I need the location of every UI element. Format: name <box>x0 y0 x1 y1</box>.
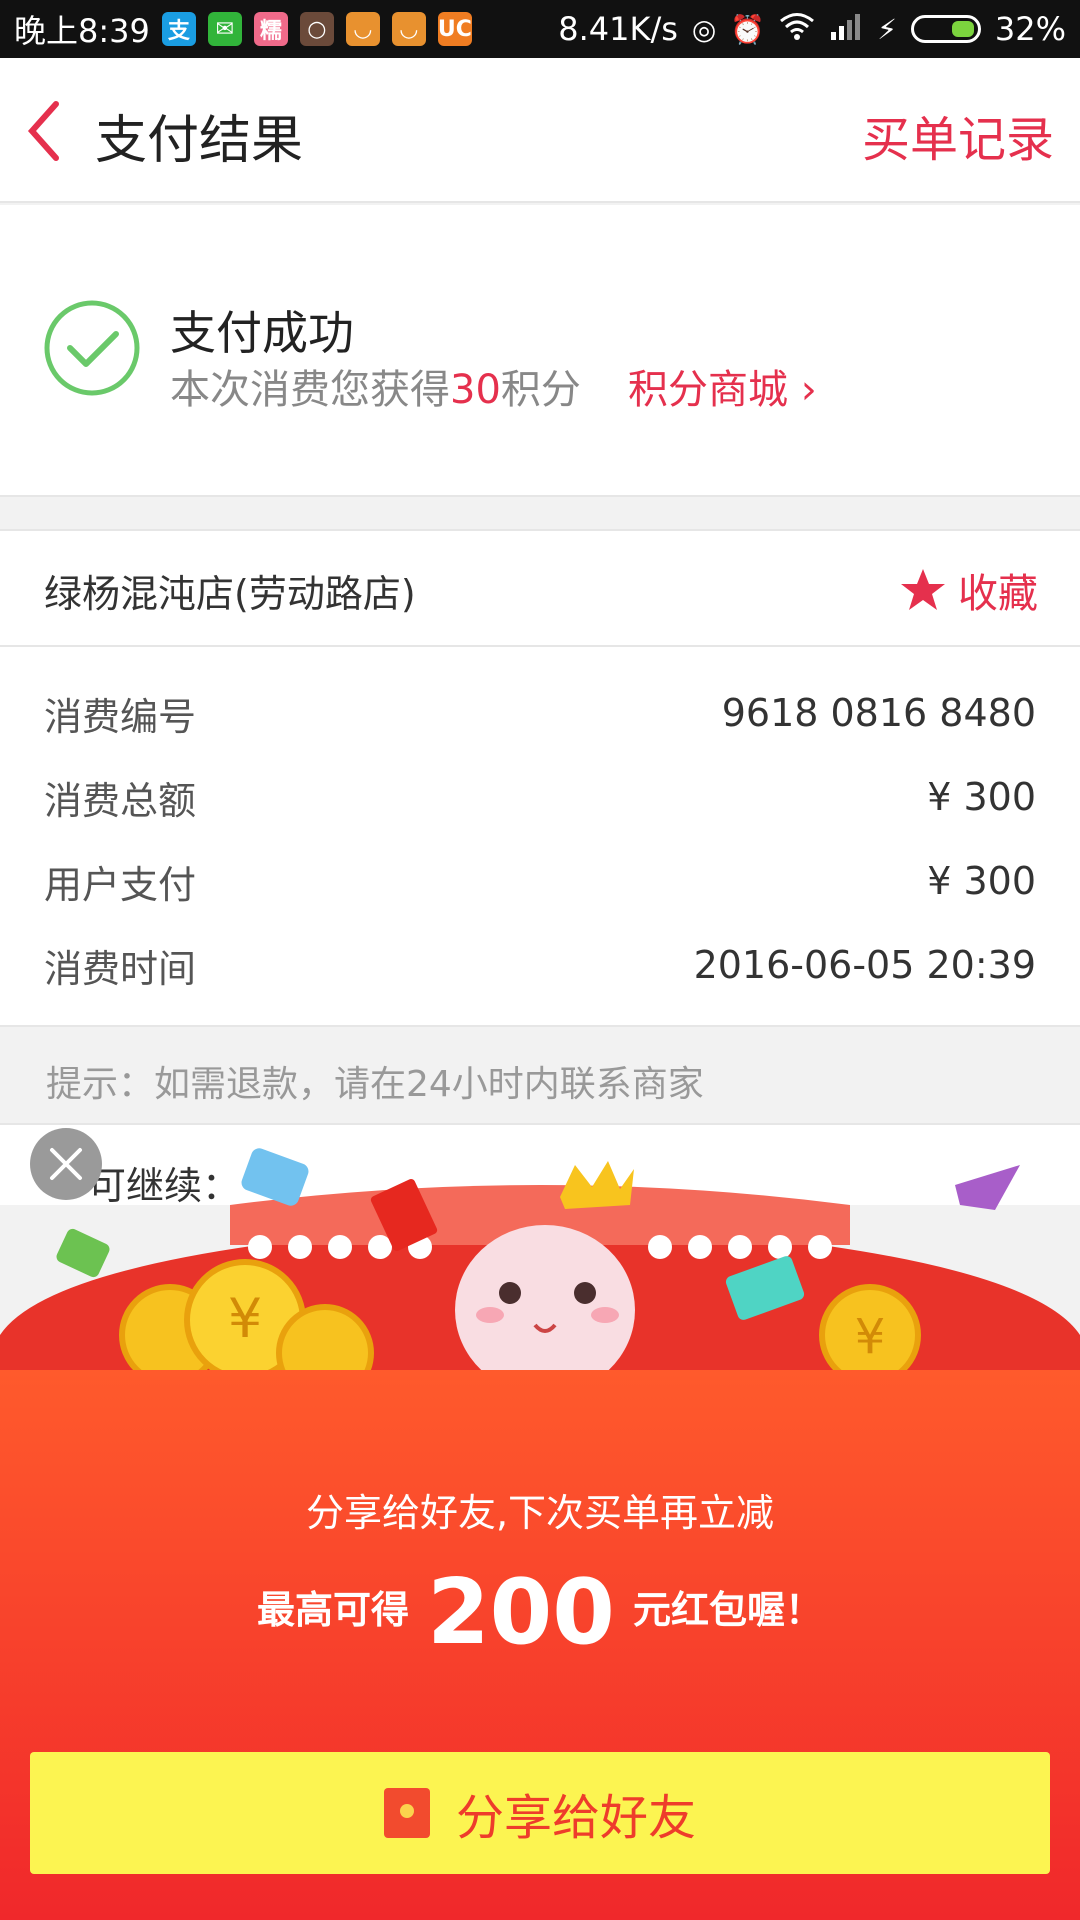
detail-row-time: 消费时间 2016-06-05 20:39 <box>44 935 1036 995</box>
charging-icon: ⚡ <box>877 12 897 46</box>
detail-value: 2016-06-05 20:39 <box>693 943 1036 987</box>
detail-value: ¥ 300 <box>927 775 1036 819</box>
detail-row-user-paid: 用户支付 ¥ 300 <box>44 851 1036 911</box>
points-earned-text: 本次消费您获得30积分 <box>170 357 581 415</box>
refund-tip: 提示：如需退款，请在24小时内联系商家 <box>0 1025 1080 1125</box>
favorite-label: 收藏 <box>958 571 1038 617</box>
promo-amount: 200 <box>427 1560 615 1665</box>
check-circle-icon <box>44 300 140 396</box>
sync-icon: ◎ <box>691 12 717 46</box>
order-record-link[interactable]: 买单记录 <box>862 100 1054 170</box>
detail-row-total: 消费总额 ¥ 300 <box>44 767 1036 827</box>
promo-panel: 分享给好友,下次买单再立减 最高可得 200 元红包喔！ 分享给好友 <box>0 1370 1080 1920</box>
success-title: 支付成功 <box>170 306 354 360</box>
alarm-icon: ⏰ <box>730 12 766 46</box>
detail-label: 消费时间 <box>44 946 197 991</box>
svg-text:¥: ¥ <box>228 1287 262 1350</box>
status-time: 晚上8:39 <box>14 12 150 50</box>
promo-headline: 分享给好友,下次买单再立减 <box>305 1491 775 1535</box>
chevron-left-icon <box>27 101 59 161</box>
notification-icons: 支 ✉ 糯 ○ ◡ ◡ UC <box>161 12 472 46</box>
close-icon <box>50 1148 82 1180</box>
shopping-icon: ◡ <box>391 12 426 46</box>
detail-label: 消费编号 <box>44 694 197 739</box>
app-icon: ○ <box>299 12 334 46</box>
star-icon <box>901 569 945 610</box>
signal-icon <box>829 12 863 47</box>
detail-value: ¥ 300 <box>927 859 1036 903</box>
app-icon: 糯 <box>253 12 288 46</box>
payment-success-panel: 支付成功 本次消费您获得30积分 积分商城 › <box>0 205 1080 497</box>
close-promo-button[interactable] <box>30 1128 102 1200</box>
refund-tip-text: 提示：如需退款，请在24小时内联系商家 <box>46 1064 704 1105</box>
detail-value: 9618 0816 8480 <box>721 691 1036 735</box>
share-button-label: 分享给好友 <box>455 1790 696 1846</box>
uc-browser-icon: UC <box>437 12 472 46</box>
alipay-icon: 支 <box>161 12 196 46</box>
store-name: 绿杨混沌店(劳动路店) <box>44 572 416 616</box>
back-button[interactable] <box>24 96 84 166</box>
detail-label: 消费总额 <box>44 778 197 823</box>
status-bar: 晚上8:39 支 ✉ 糯 ○ ◡ ◡ UC 8.41K/s ◎ ⏰ ⚡ 32% <box>0 0 1080 58</box>
app-header: 支付结果 买单记录 <box>0 58 1080 203</box>
points-value: 30 <box>450 367 501 413</box>
red-envelope-illustration: ¥ ¥ <box>0 1148 1080 1385</box>
points-desc-prefix: 本次消费您获得 <box>170 367 450 413</box>
svg-text:¥: ¥ <box>855 1309 886 1365</box>
network-speed: 8.41K/s <box>558 10 678 48</box>
points-mall-link[interactable]: 积分商城 › <box>628 357 817 415</box>
detail-label: 用户支付 <box>44 862 197 907</box>
points-mall-label: 积分商城 <box>628 367 788 413</box>
promo-reward-suffix: 元红包喔！ <box>632 1588 823 1632</box>
share-to-friends-button[interactable]: 分享给好友 <box>30 1752 1050 1874</box>
promo-reward-text: 最高可得 200 元红包喔！ <box>0 1560 1080 1665</box>
wechat-icon: ✉ <box>207 12 242 46</box>
detail-row-order-number: 消费编号 9618 0816 8480 <box>44 683 1036 743</box>
battery-percent: 32% <box>994 10 1066 48</box>
store-row[interactable]: 绿杨混沌店(劳动路店) 收藏 <box>0 529 1080 647</box>
page-title: 支付结果 <box>95 111 304 171</box>
wifi-icon <box>779 12 815 47</box>
red-envelope-icon <box>383 1788 430 1838</box>
promo-reward-prefix: 最高可得 <box>257 1588 410 1632</box>
battery-icon <box>910 15 981 43</box>
chevron-right-icon: › <box>788 367 817 413</box>
order-details: 消费编号 9618 0816 8480 消费总额 ¥ 300 用户支付 ¥ 30… <box>0 647 1080 1025</box>
points-desc-suffix: 积分 <box>500 367 581 413</box>
favorite-button[interactable]: 收藏 <box>900 561 1038 619</box>
shopping-icon: ◡ <box>345 12 380 46</box>
